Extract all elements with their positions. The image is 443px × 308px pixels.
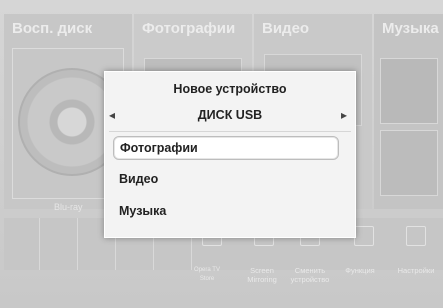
- menu-item-video[interactable]: Видео: [113, 168, 339, 192]
- menu-item-photos[interactable]: Фотографии: [113, 136, 339, 160]
- dialog-title: Новое устройство: [173, 82, 287, 96]
- right-arrow-icon[interactable]: ▸: [341, 108, 347, 122]
- settings-label: Настройки: [397, 266, 435, 275]
- music-thumbnail-icon: [380, 58, 438, 124]
- tile-title: Видео: [262, 20, 310, 37]
- device-dialog: Новое устройство ◂ ДИСК USB ▸ Фотографии…: [104, 71, 356, 238]
- app-slot[interactable]: [42, 218, 78, 270]
- tile-music[interactable]: Музыка: [374, 14, 443, 209]
- app-slot[interactable]: [4, 218, 40, 270]
- function-label: Функция: [345, 266, 375, 275]
- bluray-label: Blu-ray: [54, 202, 83, 212]
- divider: [109, 131, 351, 132]
- change-device-label: Сменить устройство: [290, 266, 330, 284]
- music-thumbnail-icon: [380, 130, 438, 196]
- tile-title: Восп. диск: [12, 20, 93, 37]
- function-icon[interactable]: [354, 226, 374, 246]
- opera-tv-store-label: Opera TV Store: [194, 267, 220, 282]
- tile-title: Фотографии: [142, 20, 236, 37]
- tile-title: Музыка: [382, 20, 439, 37]
- home-screen: Восп. диск Blu-ray Фотографии Видео Музы…: [0, 0, 443, 308]
- settings-icon[interactable]: [406, 226, 426, 246]
- menu-item-music[interactable]: Музыка: [113, 200, 339, 224]
- screen-mirroring-label: Screen Mirroring: [247, 266, 277, 284]
- device-name: ДИСК USB: [197, 108, 263, 122]
